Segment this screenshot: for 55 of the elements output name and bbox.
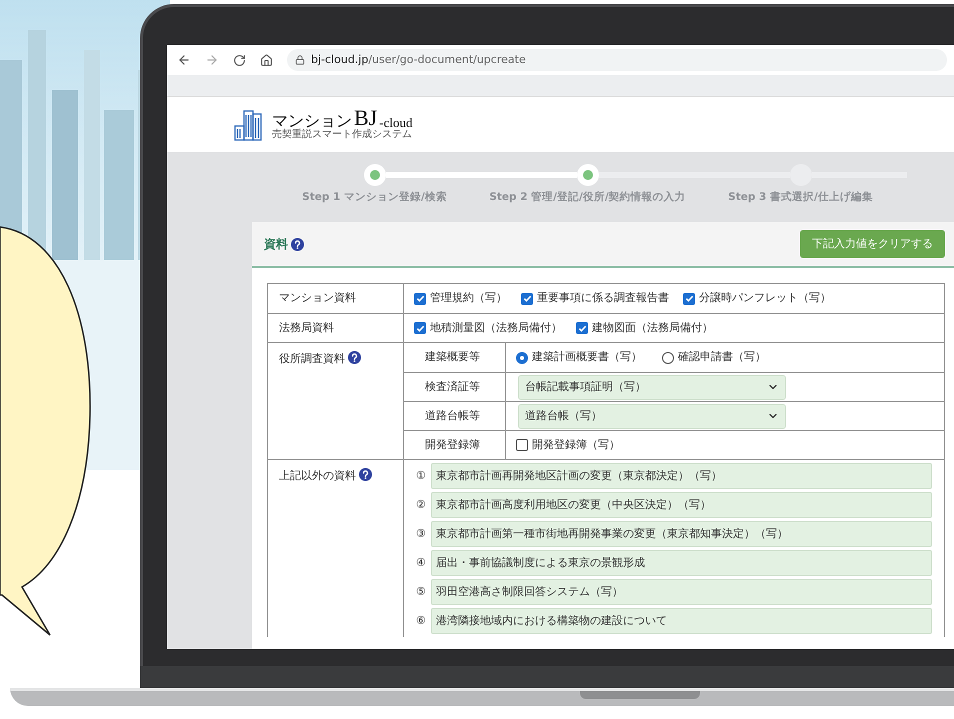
checkbox-label: 重要事項に係る調査報告書 <box>537 290 669 306</box>
text-field[interactable]: 届出・事前協議制度による東京の景観形成 <box>431 550 932 576</box>
radio-button[interactable] <box>516 352 528 364</box>
checkbox-label: 建物図面（法務局備付） <box>592 320 713 336</box>
row-label: 役所調査資料 <box>279 351 345 367</box>
lock-icon <box>295 55 305 65</box>
item-number: ④ <box>416 554 427 571</box>
text-field[interactable]: 港湾隣接地域内における構築物の建設について <box>431 608 932 634</box>
reload-icon[interactable] <box>233 54 246 66</box>
text-field[interactable]: 羽田空港高さ制限回答システム（写） <box>431 579 932 605</box>
sub-label: 開発登録簿 <box>425 436 480 453</box>
checkbox[interactable] <box>576 322 588 334</box>
radio-label: 確認申請書（写） <box>678 349 766 366</box>
item-number: ⑤ <box>416 584 427 600</box>
checkbox[interactable] <box>414 322 426 334</box>
step-label: Step 2 管理/登記/役所/契約情報の入力 <box>489 190 686 205</box>
help-icon[interactable] <box>359 468 372 481</box>
logo-brand: BJ <box>354 107 378 130</box>
dropdown-field[interactable]: 道路台帳（写） <box>518 404 786 428</box>
sub-label: 検査済証等 <box>425 378 480 395</box>
row-label: 上記以外の資料 <box>279 468 356 484</box>
help-icon[interactable] <box>348 351 361 364</box>
step-label: Step 1 マンション登録/検索 <box>302 190 447 205</box>
sub-label: 道路台帳等 <box>425 408 480 424</box>
checkbox-label: 管理規約（写） <box>430 290 507 306</box>
radio-label: 建築計画概要書（写） <box>532 349 642 366</box>
item-number: ③ <box>416 526 427 542</box>
text-field[interactable]: 東京都市計画第一種市街地再開発事業の変更（東京都知事決定）（写） <box>431 521 932 547</box>
help-icon[interactable] <box>291 238 304 250</box>
item-number: ② <box>416 496 427 513</box>
address-bar[interactable]: bj-cloud.jp/user/go-document/upcreate <box>287 49 947 71</box>
checkbox-label: 分譲時パンフレット（写） <box>699 290 831 306</box>
panel-title: 資料 <box>264 236 288 253</box>
text-field[interactable]: 東京都市計画再開発地区計画の変更（東京都決定）（写） <box>431 463 932 489</box>
item-number: ① <box>416 468 427 484</box>
row-label: マンション資料 <box>279 290 356 306</box>
step-label: Step 3 書式選択/仕上げ編集 <box>728 190 873 205</box>
checkbox[interactable] <box>414 292 426 304</box>
back-icon[interactable] <box>177 53 191 67</box>
logo-tagline: 売契重説スマート作成システム <box>272 129 412 142</box>
logo-suffix: -cloud <box>379 116 412 130</box>
home-icon[interactable] <box>260 54 273 66</box>
checkbox[interactable] <box>683 292 695 304</box>
row-label: 法務局資料 <box>279 320 334 336</box>
sub-label: 建築概要等 <box>425 349 480 366</box>
text-field[interactable]: 東京都市計画高度利用地区の変更（中央区決定）（写） <box>431 492 932 518</box>
checkbox[interactable] <box>521 292 533 304</box>
radio-button[interactable] <box>662 352 674 364</box>
item-number: ⑥ <box>416 612 427 629</box>
checkbox-label: 開発登録簿（写） <box>532 436 620 453</box>
checkbox[interactable] <box>516 439 528 451</box>
checkbox-label: 地積測量図（法務局備付） <box>430 320 562 336</box>
logo-title: マンション <box>272 113 352 130</box>
dropdown-field[interactable]: 台帳記載事項証明（写） <box>518 374 786 400</box>
url-text: bj-cloud.jp/user/go-document/upcreate <box>311 52 526 68</box>
